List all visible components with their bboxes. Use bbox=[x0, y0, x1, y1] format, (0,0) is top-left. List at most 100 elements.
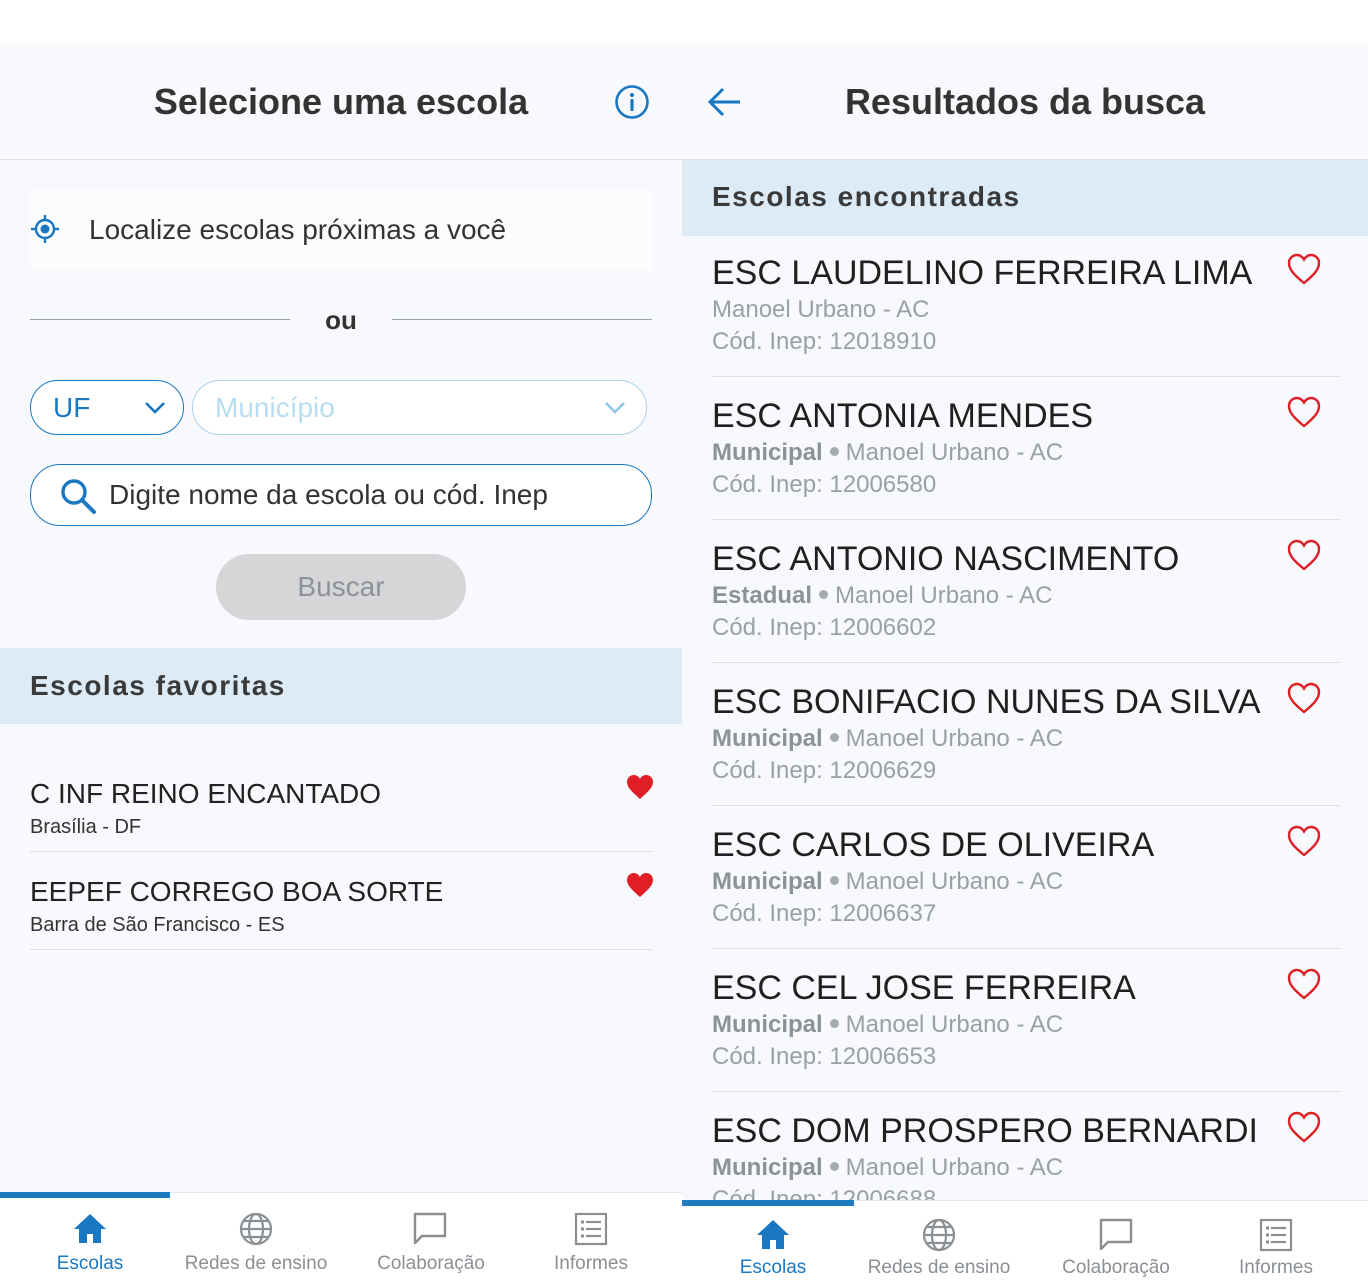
result-item[interactable]: ESC CEL JOSE FERREIRA Municipal Manoel Ur… bbox=[712, 949, 1340, 1092]
status-bar-area bbox=[0, 0, 682, 44]
heart-outline-icon[interactable] bbox=[1286, 824, 1322, 858]
separator-dot bbox=[829, 1019, 839, 1029]
school-location: Barra de São Francisco - ES bbox=[30, 914, 285, 936]
nav-tab-colaboracao[interactable]: Colaboração bbox=[1024, 1201, 1208, 1280]
inep-code: Cód. Inep: 12006602 bbox=[712, 614, 937, 641]
chat-bubble-icon bbox=[1099, 1218, 1133, 1251]
uf-select[interactable]: UF bbox=[30, 380, 184, 435]
nav-label: Redes de ensino bbox=[867, 1257, 1011, 1278]
result-item[interactable]: ESC CARLOS DE OLIVEIRA Municipal Manoel U… bbox=[712, 806, 1340, 949]
school-type: Municipal bbox=[712, 868, 823, 895]
search-icon bbox=[61, 479, 96, 514]
school-name: ESC CARLOS DE OLIVEIRA bbox=[712, 826, 1155, 864]
heart-filled-icon[interactable] bbox=[626, 774, 654, 800]
heart-outline-icon[interactable] bbox=[1286, 681, 1322, 715]
search-placeholder: Digite nome da escola ou cód. Inep bbox=[109, 479, 548, 510]
header: Selecione uma escola bbox=[0, 44, 682, 160]
section-title: Escolas favoritas bbox=[30, 670, 286, 701]
inep-code: Cód. Inep: 12006580 bbox=[712, 471, 937, 498]
inep-code: Cód. Inep: 12006637 bbox=[712, 900, 937, 927]
chevron-down-icon bbox=[605, 402, 625, 414]
search-results-screen: Resultados da busca Escolas encontradas … bbox=[682, 0, 1368, 1280]
nav-label: Escolas bbox=[739, 1257, 807, 1278]
locate-nearby-button[interactable]: Localize escolas próximas a você bbox=[30, 190, 652, 270]
nav-label: Redes de ensino bbox=[184, 1253, 328, 1274]
heart-filled-icon[interactable] bbox=[626, 872, 654, 898]
location-text: Manoel Urbano - AC bbox=[845, 725, 1064, 752]
school-name: ESC ANTONIO NASCIMENTO bbox=[712, 540, 1180, 578]
nav-tab-informes[interactable]: Informes bbox=[1208, 1201, 1344, 1280]
heart-outline-icon[interactable] bbox=[1286, 395, 1322, 429]
result-item[interactable]: ESC BONIFACIO NUNES DA SILVA Municipal Ma… bbox=[712, 663, 1340, 806]
home-icon bbox=[757, 1220, 789, 1249]
buscar-button[interactable]: Buscar bbox=[216, 554, 466, 620]
favorites-section-header: Escolas favoritas bbox=[0, 648, 682, 724]
school-location: Brasília - DF bbox=[30, 816, 142, 838]
inep-code: Cód. Inep: 12018910 bbox=[712, 328, 937, 355]
heart-outline-icon[interactable] bbox=[1286, 1110, 1322, 1144]
nav-tab-redes[interactable]: Redes de ensino bbox=[854, 1201, 1024, 1280]
status-bar-area bbox=[682, 0, 1368, 44]
school-type: Estadual bbox=[712, 582, 813, 609]
result-item[interactable]: ESC LAUDELINO FERREIRA LIMA Manoel Urban… bbox=[712, 234, 1340, 377]
heart-outline-icon[interactable] bbox=[1286, 967, 1322, 1001]
heart-outline-icon[interactable] bbox=[1286, 538, 1322, 572]
chevron-down-icon bbox=[145, 402, 165, 414]
favorite-item[interactable]: EEPEF CORREGO BOA SORTE Barra de São Fra… bbox=[30, 852, 654, 950]
nav-tab-escolas[interactable]: Escolas bbox=[0, 1193, 180, 1280]
location-text: Manoel Urbano - AC bbox=[845, 868, 1064, 895]
separator-dot bbox=[829, 1162, 839, 1172]
school-type: Municipal bbox=[712, 725, 823, 752]
school-name: ESC LAUDELINO FERREIRA LIMA bbox=[712, 254, 1253, 292]
nav-tab-redes[interactable]: Redes de ensino bbox=[170, 1193, 342, 1280]
school-meta: Municipal Manoel Urbano - AC bbox=[712, 1011, 1063, 1039]
municipio-select[interactable]: Município bbox=[192, 380, 647, 435]
info-icon[interactable] bbox=[614, 84, 650, 120]
location-text: Manoel Urbano - AC bbox=[845, 1011, 1064, 1038]
section-title: Escolas encontradas bbox=[712, 181, 1021, 212]
inep-code: Cód. Inep: 12006629 bbox=[712, 757, 937, 784]
nav-label: Escolas bbox=[56, 1253, 124, 1274]
separator-dot bbox=[829, 733, 839, 743]
page-title: Resultados da busca bbox=[844, 81, 1206, 122]
result-item[interactable]: ESC ANTONIA MENDES Municipal Manoel Urban… bbox=[712, 377, 1340, 520]
separator-dot bbox=[829, 876, 839, 886]
school-name: EEPEF CORREGO BOA SORTE bbox=[30, 876, 444, 907]
location-text: Manoel Urbano - AC bbox=[835, 582, 1053, 609]
school-search-input[interactable]: Digite nome da escola ou cód. Inep bbox=[30, 464, 652, 526]
uf-value: UF bbox=[53, 392, 91, 423]
list-document-icon bbox=[1259, 1218, 1293, 1252]
nav-label: Informes bbox=[1239, 1257, 1313, 1278]
bottom-nav: Escolas Redes de ensino Colaboração Info… bbox=[0, 1192, 682, 1280]
nav-tab-escolas[interactable]: Escolas bbox=[682, 1201, 864, 1280]
chat-bubble-icon bbox=[413, 1212, 447, 1245]
results-section-header: Escolas encontradas bbox=[682, 160, 1368, 236]
or-text: ou bbox=[325, 305, 357, 335]
result-item[interactable]: ESC ANTONIO NASCIMENTO Estadual Manoel Ur… bbox=[712, 520, 1340, 663]
locate-label: Localize escolas próximas a você bbox=[89, 214, 507, 245]
globe-icon bbox=[239, 1212, 273, 1246]
separator-dot bbox=[819, 590, 829, 600]
nav-label: Colaboração bbox=[1062, 1257, 1170, 1278]
globe-icon bbox=[922, 1218, 956, 1252]
location-text: Manoel Urbano - AC bbox=[845, 1154, 1064, 1181]
school-name: ESC BONIFACIO NUNES DA SILVA bbox=[712, 683, 1261, 721]
nav-tab-informes[interactable]: Informes bbox=[520, 1193, 662, 1280]
page-title: Selecione uma escola bbox=[153, 81, 529, 122]
school-name: ESC ANTONIA MENDES bbox=[712, 397, 1094, 435]
heart-outline-icon[interactable] bbox=[1286, 252, 1322, 286]
school-type: Municipal bbox=[712, 1154, 823, 1181]
municipio-placeholder: Município bbox=[215, 392, 335, 423]
nav-tab-colaboracao[interactable]: Colaboração bbox=[342, 1193, 520, 1280]
inep-code: Cód. Inep: 12006653 bbox=[712, 1043, 937, 1070]
school-meta: Municipal Manoel Urbano - AC bbox=[712, 868, 1063, 896]
school-meta: Municipal Manoel Urbano - AC bbox=[712, 439, 1063, 467]
header: Resultados da busca bbox=[682, 44, 1368, 160]
nav-label: Colaboração bbox=[377, 1253, 485, 1274]
location-target-icon bbox=[31, 215, 59, 243]
school-location: Manoel Urbano - AC bbox=[712, 296, 929, 324]
school-name: C INF REINO ENCANTADO bbox=[30, 778, 382, 809]
school-selection-screen: Selecione uma escola Localize escolas pr… bbox=[0, 0, 682, 1280]
school-meta: Estadual Manoel Urbano - AC bbox=[712, 582, 1052, 610]
favorite-item[interactable]: C INF REINO ENCANTADO Brasília - DF bbox=[30, 754, 654, 852]
